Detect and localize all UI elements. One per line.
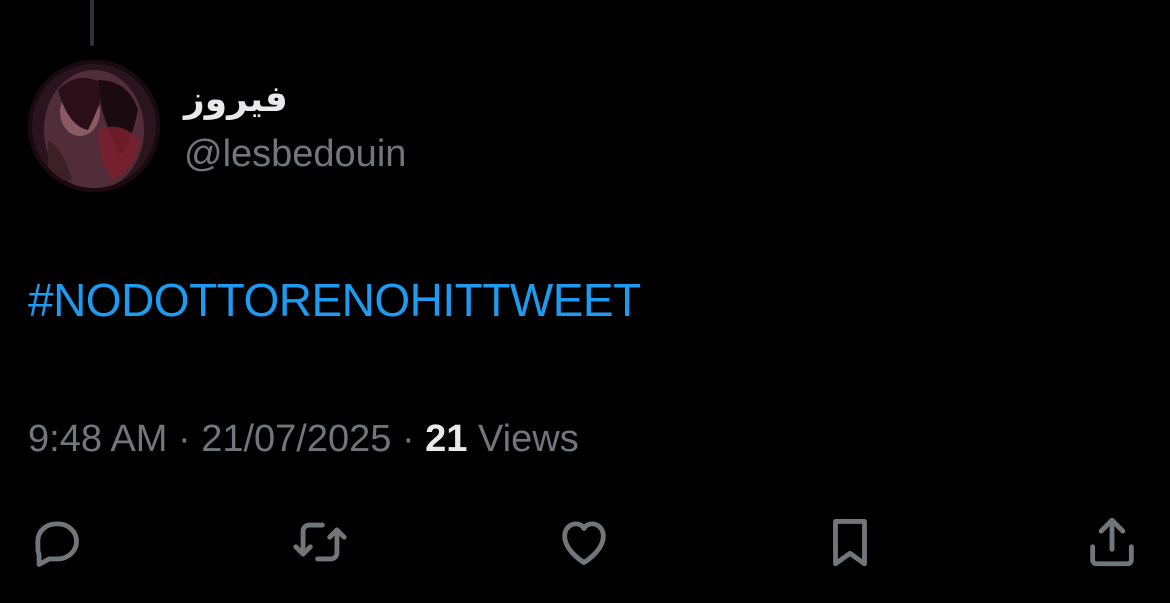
action-bar — [0, 510, 1170, 574]
views-count[interactable]: 21 — [425, 418, 467, 460]
meta-separator: · — [391, 418, 426, 460]
tweet-time[interactable]: 9:48 AM — [28, 418, 167, 460]
author-display-name[interactable]: فيروز — [184, 78, 288, 122]
tweet-meta: 9:48 AM · 21/07/2025 · 21 Views — [28, 414, 579, 464]
share-button[interactable] — [1080, 510, 1144, 574]
tweet-date[interactable]: 21/07/2025 — [201, 418, 391, 460]
reply-button[interactable] — [24, 510, 88, 574]
bookmark-icon — [833, 519, 867, 567]
tweet-hashtag-link[interactable]: #NODOTTORENOHITTWEET — [28, 270, 641, 330]
share-icon — [1090, 517, 1134, 567]
heart-icon — [562, 521, 606, 565]
views-label[interactable]: Views — [478, 418, 579, 460]
tweet-detail: فيروز @lesbedouin #NODOTTORENOHITTWEET 9… — [0, 0, 1170, 603]
meta-separator: · — [167, 418, 202, 460]
retweet-button[interactable] — [288, 510, 352, 574]
thread-connector-line — [90, 0, 94, 46]
reply-icon — [35, 521, 79, 567]
bookmark-button[interactable] — [818, 510, 882, 574]
avatar[interactable] — [28, 60, 160, 192]
retweet-icon — [293, 522, 347, 562]
author-handle[interactable]: @lesbedouin — [184, 130, 406, 178]
avatar-image — [28, 60, 160, 192]
like-button[interactable] — [552, 510, 616, 574]
